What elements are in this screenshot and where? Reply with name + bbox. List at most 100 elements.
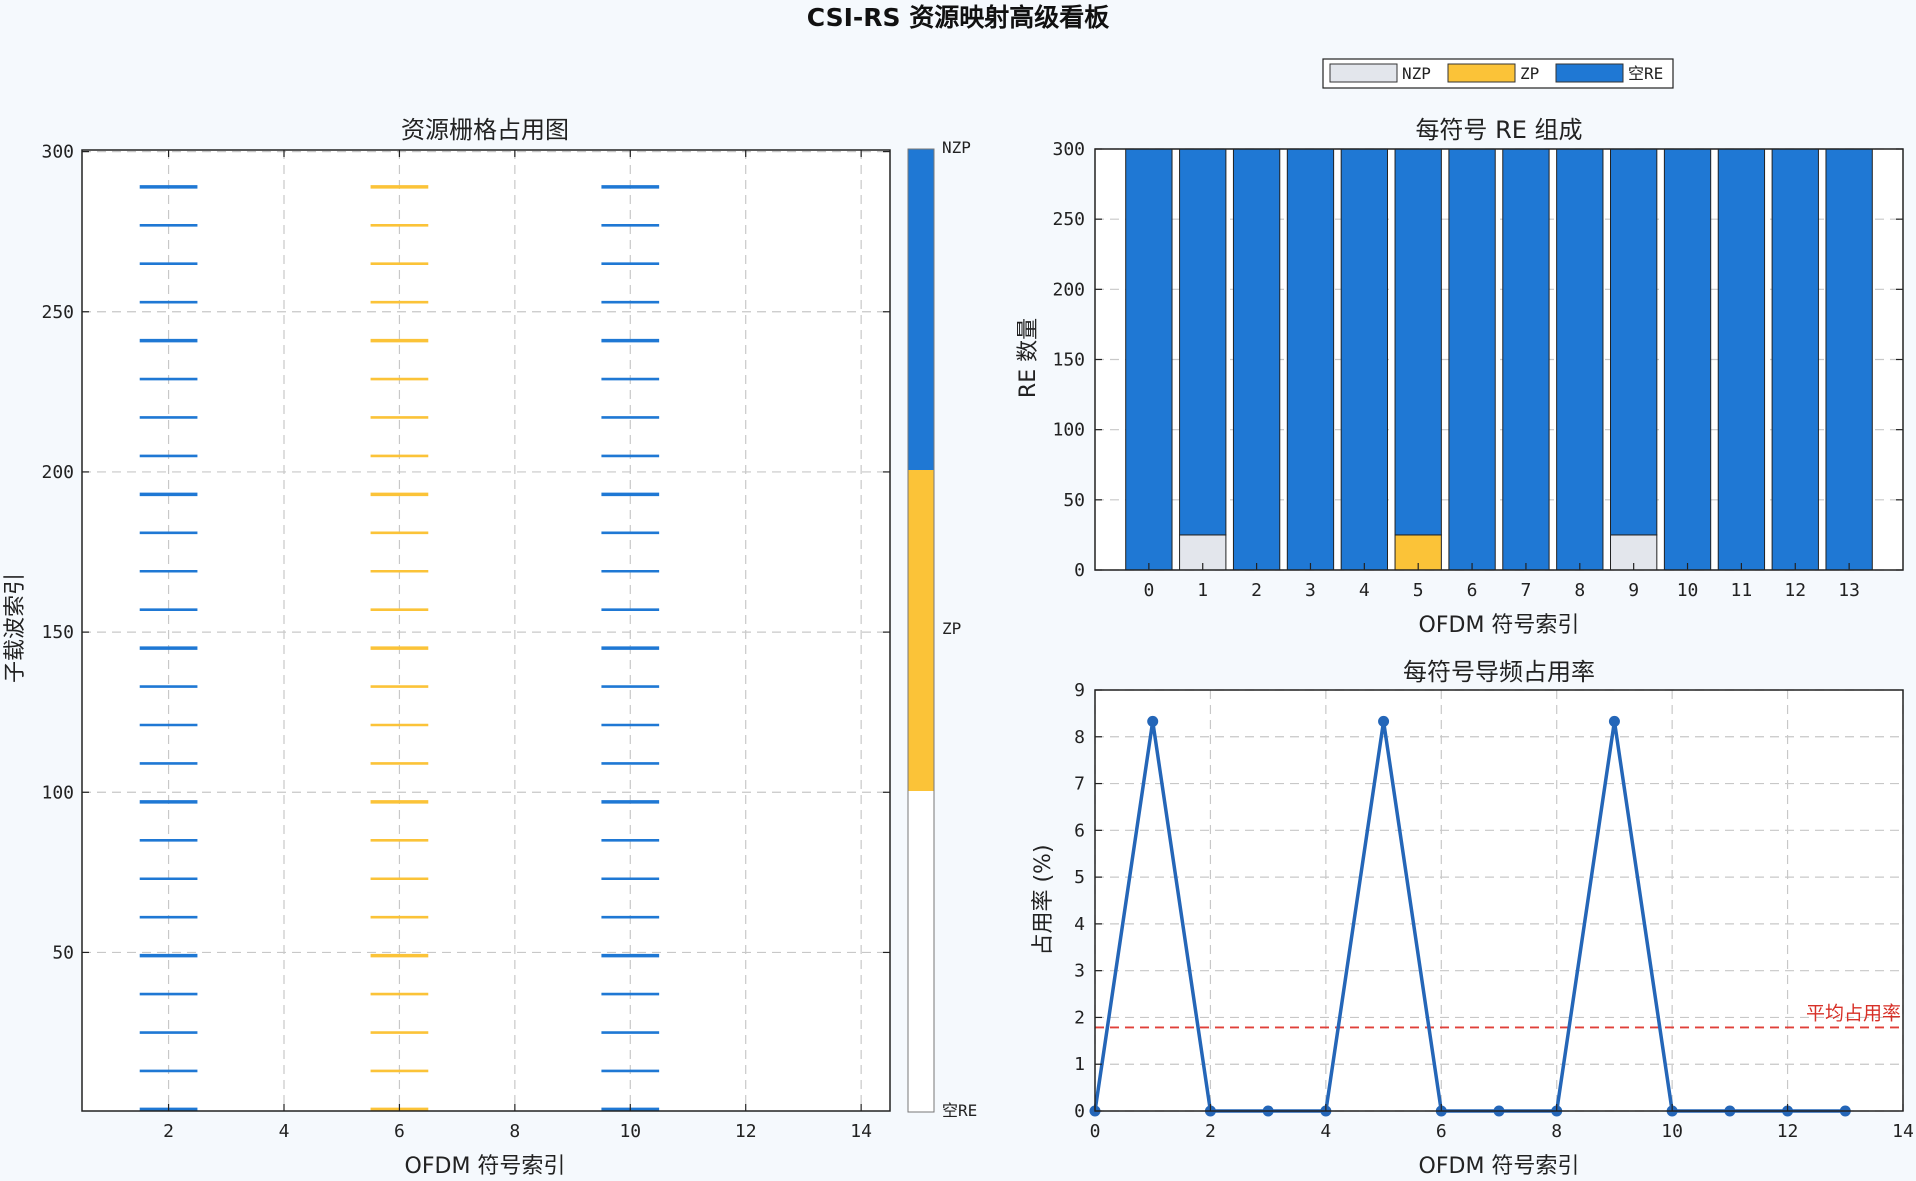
legend-swatch-zp xyxy=(1447,63,1516,83)
figure-title: CSI-RS 资源映射高级看板 xyxy=(807,3,1109,32)
line-xtick-label: 4 xyxy=(1320,1121,1331,1142)
line-title: 每符号导频占用率 xyxy=(1403,658,1595,686)
bar-segment-empty xyxy=(1556,148,1604,571)
heatmap-xtick-label: 6 xyxy=(394,1121,405,1142)
bar-ytick-label: 250 xyxy=(1052,209,1085,230)
colorbar-segment xyxy=(908,149,934,470)
line-xtick-label: 10 xyxy=(1661,1121,1683,1142)
bar-segment-empty xyxy=(1663,148,1712,571)
line-ytick-label: 5 xyxy=(1074,867,1085,888)
bar-ytick-label: 300 xyxy=(1052,139,1085,160)
heatmap-ytick-label: 300 xyxy=(41,142,74,163)
line-ytick-label: 7 xyxy=(1074,774,1085,795)
bar-ytick-label: 0 xyxy=(1074,560,1085,581)
bar-segment-empty xyxy=(1771,148,1819,571)
line-ytick-label: 4 xyxy=(1074,914,1085,935)
bar-segment-empty xyxy=(1502,148,1550,571)
line-xtick-label: 8 xyxy=(1551,1121,1562,1142)
bar-xtick-label: 10 xyxy=(1677,580,1699,601)
bar-segment-empty xyxy=(1179,148,1227,536)
line-ytick-label: 2 xyxy=(1074,1007,1085,1028)
heatmap-xtick-label: 12 xyxy=(735,1121,757,1142)
bar-segment-empty xyxy=(1125,148,1173,571)
heatmap-xtick-label: 4 xyxy=(279,1121,290,1142)
legend-swatch-empty xyxy=(1555,63,1624,83)
bar-xtick-label: 9 xyxy=(1628,580,1639,601)
colorbar-label-zp: ZP xyxy=(942,619,961,638)
bar-xtick-label: 4 xyxy=(1359,580,1370,601)
colorbar-segment xyxy=(908,791,934,1112)
heatmap-ytick-label: 150 xyxy=(41,622,74,643)
resource-grid-chart: 资源栅格占用图 OFDM 符号索引 子载波索引 2 4 6 8 10 12 14 50 100 1… xyxy=(3,116,891,1179)
mean-line-label: 平均占用率 xyxy=(1806,1002,1901,1024)
line-ytick-label: 6 xyxy=(1074,820,1085,841)
bar-xlabel: OFDM 符号索引 xyxy=(1419,613,1580,638)
heatmap-plot-area xyxy=(82,150,890,1111)
heatmap-ytick-label: 50 xyxy=(52,942,74,963)
dashboard-figure: CSI-RS 资源映射高级看板 资源栅格占用图 OFDM 符号索引 子载波索引 … xyxy=(3,3,1914,1179)
heatmap-xtick-label: 8 xyxy=(509,1121,520,1142)
bar-ytick-label: 150 xyxy=(1052,350,1085,371)
heatmap-ytick-label: 200 xyxy=(41,462,74,483)
colorbar: NZP ZP 空RE xyxy=(907,138,977,1120)
bar-ytick-label: 100 xyxy=(1052,420,1085,441)
line-ytick-label: 9 xyxy=(1074,680,1085,701)
bar-xtick-label: 7 xyxy=(1521,580,1532,601)
line-xtick-label: 2 xyxy=(1205,1121,1216,1142)
occupancy-point xyxy=(1378,715,1390,727)
line-xlabel: OFDM 符号索引 xyxy=(1419,1154,1580,1179)
bar-ylabel: RE 数量 xyxy=(1016,318,1041,398)
line-xtick-label: 12 xyxy=(1777,1121,1799,1142)
legend-label-empty: 空RE xyxy=(1628,64,1663,83)
bar-ytick-label: 50 xyxy=(1063,490,1085,511)
line-ylabel: 占用率 (%) xyxy=(1031,844,1056,955)
bar-segment-empty xyxy=(1717,148,1766,571)
heatmap-ytick-label: 250 xyxy=(41,302,74,323)
heatmap-xtick-label: 14 xyxy=(850,1121,872,1142)
colorbar-label-empty: 空RE xyxy=(942,1101,977,1120)
legend-label-zp: ZP xyxy=(1520,64,1539,83)
heatmap-ytick-label: 100 xyxy=(41,782,74,803)
bar-xtick-label: 0 xyxy=(1143,580,1154,601)
heatmap-xtick-label: 10 xyxy=(619,1121,641,1142)
line-ytick-label: 0 xyxy=(1074,1101,1085,1122)
colorbar-segment xyxy=(908,470,934,791)
bar-xtick-label: 12 xyxy=(1784,580,1806,601)
heatmap-ylabel: 子载波索引 xyxy=(3,573,28,683)
bar-xtick-label: 6 xyxy=(1467,580,1478,601)
occupancy-point xyxy=(1147,715,1159,727)
bar-segment-empty xyxy=(1448,148,1496,571)
line-ytick-label: 3 xyxy=(1074,961,1085,982)
bar-xtick-label: 1 xyxy=(1197,580,1208,601)
line-xtick-label: 6 xyxy=(1436,1121,1447,1142)
colorbar-label-nzp: NZP xyxy=(942,138,971,157)
heatmap-title: 资源栅格占用图 xyxy=(401,116,569,144)
occupancy-point xyxy=(1608,715,1620,727)
heatmap-xlabel: OFDM 符号索引 xyxy=(405,1154,566,1179)
line-xtick-label: 0 xyxy=(1090,1121,1101,1142)
bar-xtick-label: 13 xyxy=(1838,580,1860,601)
bar-ytick-label: 200 xyxy=(1052,279,1085,300)
line-ytick-label: 1 xyxy=(1074,1054,1085,1075)
bar-xtick-label: 5 xyxy=(1413,580,1424,601)
line-plot-area xyxy=(1095,690,1903,1111)
line-ytick-label: 8 xyxy=(1074,727,1085,748)
bar-xtick-label: 8 xyxy=(1574,580,1585,601)
bar-xtick-label: 2 xyxy=(1251,580,1262,601)
bar-legend: NZP ZP 空RE xyxy=(1322,58,1674,89)
bar-segment-empty xyxy=(1825,148,1873,571)
bar-title: 每符号 RE 组成 xyxy=(1415,116,1582,144)
line-xtick-label: 14 xyxy=(1892,1121,1914,1142)
bar-segment-empty xyxy=(1610,148,1658,536)
bar-segment-empty xyxy=(1394,148,1442,536)
bar-segment-empty xyxy=(1340,148,1388,571)
legend-swatch-nzp xyxy=(1329,63,1398,83)
bar-xtick-label: 11 xyxy=(1731,580,1753,601)
re-composition-chart: 每符号 RE 组成 OFDM 符号索引 RE 数量 05010015020025… xyxy=(1016,116,1904,638)
bar-segment-empty xyxy=(1286,148,1335,571)
heatmap-xtick-label: 2 xyxy=(163,1121,174,1142)
bar-segment-empty xyxy=(1232,148,1281,571)
pilot-occupancy-chart: 每符号导频占用率 OFDM 符号索引 占用率 (%) 平均占用率 0 2 4 6 8 10… xyxy=(1031,658,1914,1179)
bar-xtick-label: 3 xyxy=(1305,580,1316,601)
legend-label-nzp: NZP xyxy=(1402,64,1431,83)
